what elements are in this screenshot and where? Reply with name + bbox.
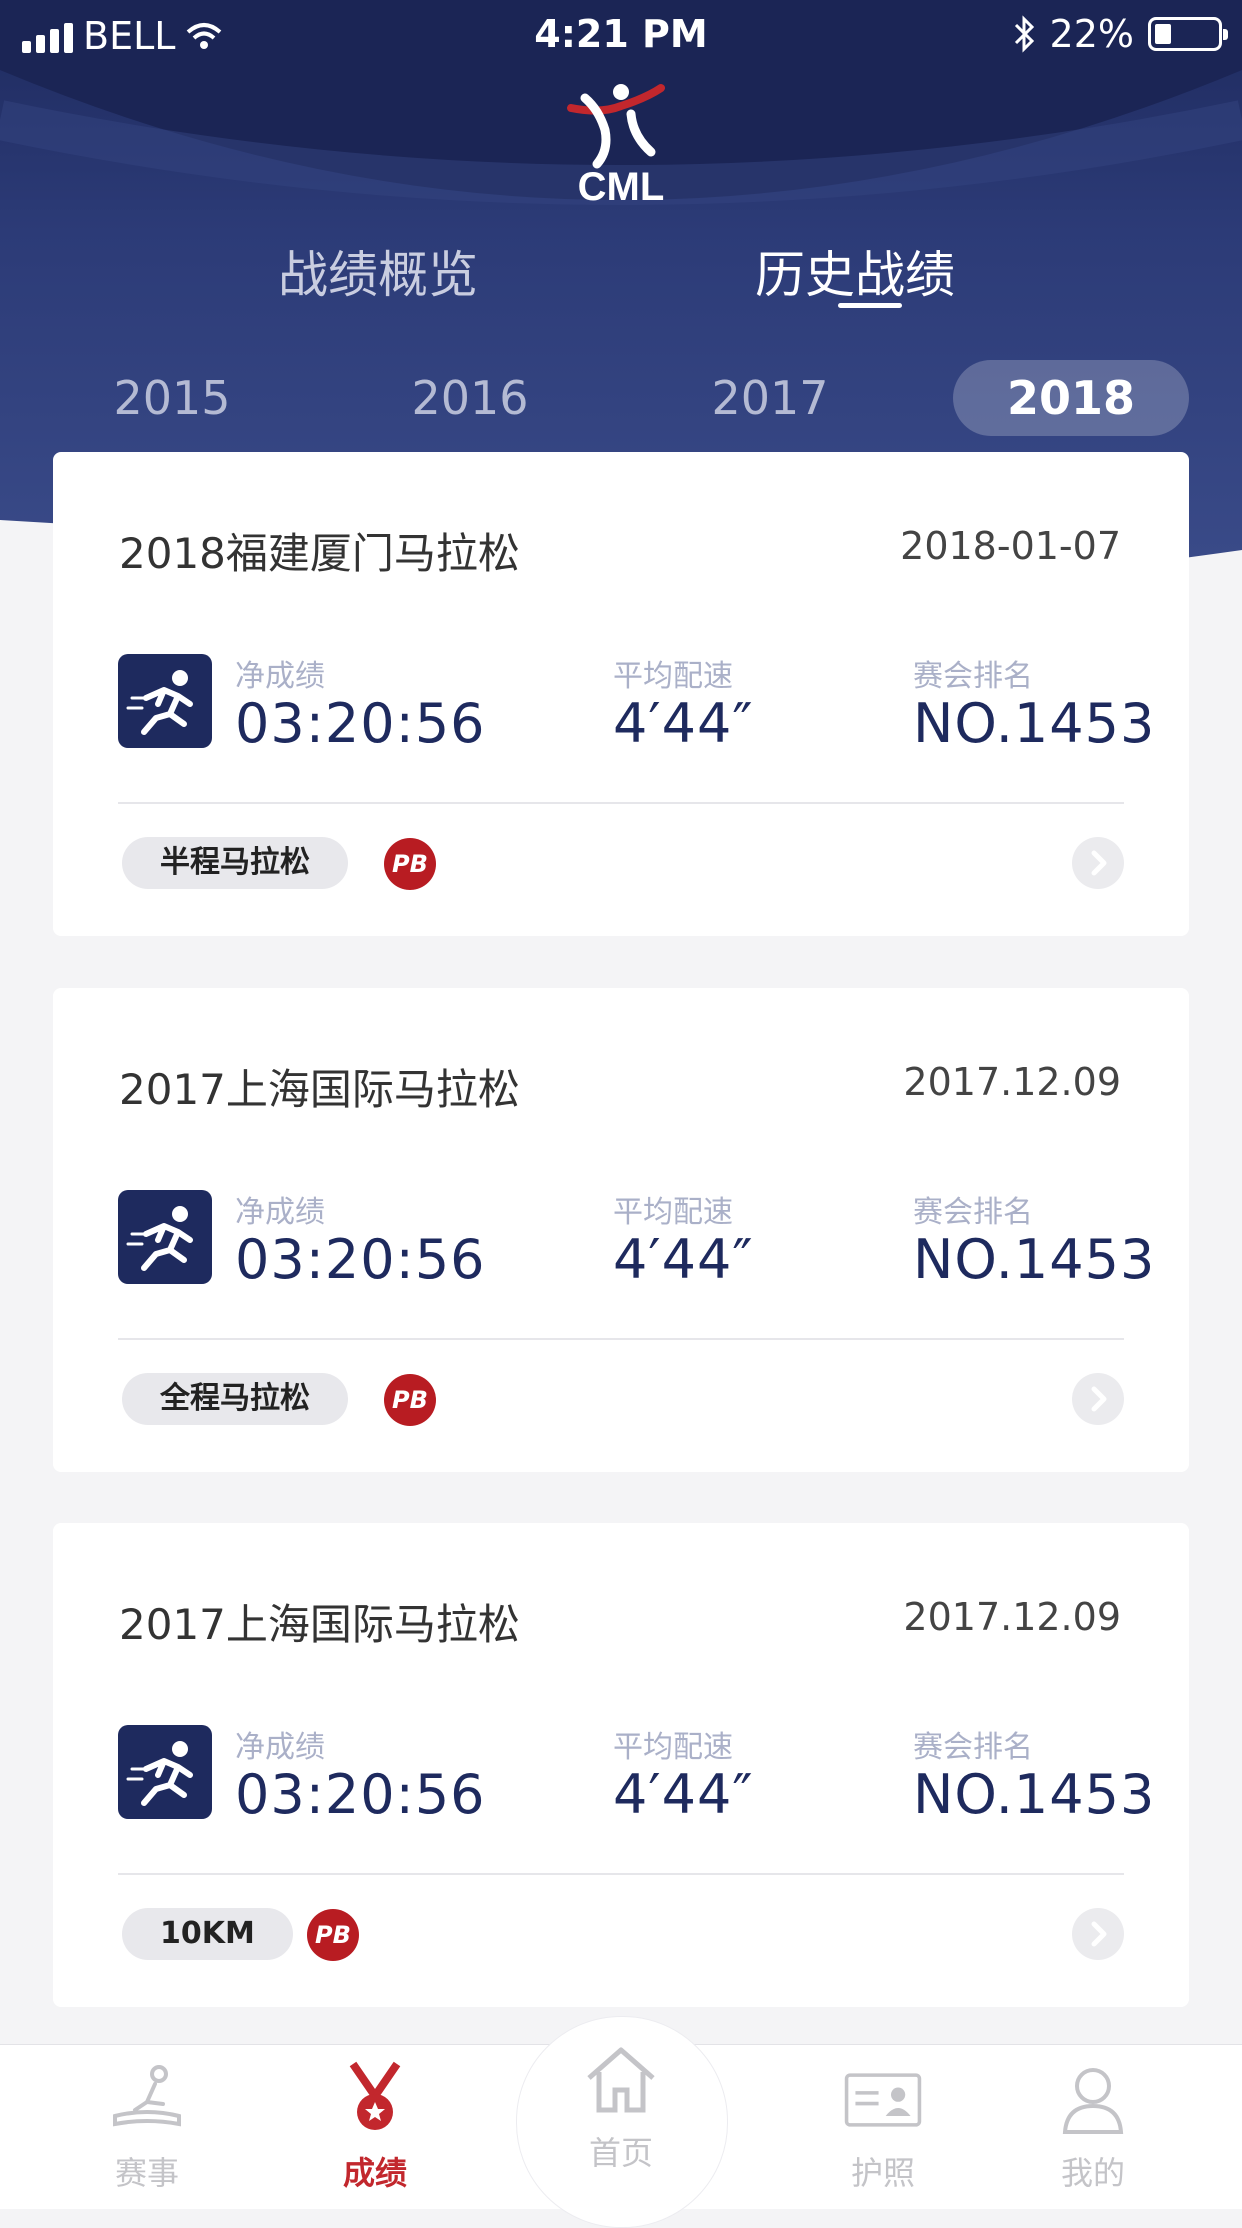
tabbar-label: 赛事: [114, 2154, 179, 2192]
tabbar-item-results[interactable]: 成绩: [300, 2060, 450, 2194]
year-2017[interactable]: 2017: [670, 360, 870, 436]
rank-stat: 赛会排名 NO.1453: [913, 1731, 1155, 1825]
tabbar-item-home[interactable]: 首页: [546, 2040, 696, 2174]
record-card[interactable]: 2017上海国际马拉松 2017.12.09 净成绩 03:20:56 平均配速…: [53, 988, 1189, 1472]
rank-label: 赛会排名: [913, 659, 1033, 694]
rank-value: NO.1453: [913, 1228, 1156, 1291]
pace-value: 4′44″: [613, 1763, 754, 1826]
tabbar-label: 我的: [1060, 2154, 1125, 2192]
pb-badge: PB: [384, 1374, 436, 1426]
cml-logo: CML: [561, 80, 681, 209]
profile-icon: [1062, 2068, 1124, 2134]
battery-icon: [1148, 17, 1228, 51]
tab-active-indicator: [838, 303, 902, 308]
medal-icon: [349, 2061, 401, 2130]
runner-icon: [118, 1190, 212, 1284]
runner-icon: [118, 1725, 212, 1819]
event-icon: [113, 2065, 181, 2127]
card-divider: [118, 1873, 1124, 1875]
race-title: 2017上海国际马拉松: [119, 1065, 520, 1114]
battery-percent: 22%: [1049, 12, 1134, 56]
pace-stat: 平均配速 4′44″: [613, 1196, 754, 1290]
bluetooth-icon: [1014, 15, 1034, 53]
pb-badge: PB: [307, 1909, 359, 1961]
race-date: 2017.12.09: [903, 1060, 1121, 1104]
rank-stat: 赛会排名 NO.1453: [913, 660, 1155, 754]
card-divider: [118, 1338, 1124, 1340]
race-title: 2018福建厦门马拉松: [119, 529, 520, 578]
status-bar: BELL 4:21 PM 22%: [0, 0, 1242, 72]
rank-label: 赛会排名: [913, 1195, 1033, 1230]
race-date: 2018-01-07: [900, 524, 1121, 568]
tab-history[interactable]: 历史战绩: [755, 235, 955, 307]
tabbar-item-passport[interactable]: 护照: [808, 2060, 958, 2194]
net-time-label: 净成绩: [235, 1730, 325, 1765]
runner-logo-icon: [567, 84, 665, 169]
net-time-stat: 净成绩 03:20:56: [235, 1731, 486, 1825]
year-selector: 2015 2016 2017 2018: [0, 360, 1242, 438]
runner-icon: [118, 654, 212, 748]
tabbar-label: 成绩: [342, 2154, 407, 2192]
pb-badge: PB: [384, 838, 436, 890]
net-time-value: 03:20:56: [235, 692, 486, 755]
year-2015[interactable]: 2015: [72, 360, 272, 436]
tab-overview[interactable]: 战绩概览: [278, 235, 478, 307]
chevron-right-icon[interactable]: [1072, 1908, 1124, 1960]
tabbar-item-events[interactable]: 赛事: [72, 2060, 222, 2194]
chevron-right-icon[interactable]: [1072, 837, 1124, 889]
chevron-right-icon[interactable]: [1072, 1373, 1124, 1425]
race-title: 2017上海国际马拉松: [119, 1600, 520, 1649]
pace-stat: 平均配速 4′44″: [613, 1731, 754, 1825]
pace-value: 4′44″: [613, 692, 754, 755]
logo-text: CML: [577, 165, 665, 209]
net-time-label: 净成绩: [235, 659, 325, 694]
tabbar-label: 首页: [588, 2134, 653, 2172]
pace-label: 平均配速: [613, 659, 733, 694]
pace-stat: 平均配速 4′44″: [613, 660, 754, 754]
tabbar-item-profile[interactable]: 我的: [1018, 2060, 1168, 2194]
status-right: 22%: [1012, 12, 1228, 56]
passport-icon: [844, 2073, 922, 2127]
year-2016[interactable]: 2016: [370, 360, 570, 436]
net-time-stat: 净成绩 03:20:56: [235, 660, 486, 754]
card-divider: [118, 802, 1124, 804]
rank-value: NO.1453: [913, 1763, 1156, 1826]
record-card[interactable]: 2018福建厦门马拉松 2018-01-07 净成绩 03:20:56 平均配速…: [53, 452, 1189, 936]
year-2018[interactable]: 2018: [953, 360, 1189, 436]
net-time-value: 03:20:56: [235, 1763, 486, 1826]
pace-label: 平均配速: [613, 1730, 733, 1765]
rank-stat: 赛会排名 NO.1453: [913, 1196, 1155, 1290]
segment-tabs: 战绩概览 历史战绩: [0, 235, 1242, 315]
tabbar-label: 护照: [850, 2154, 915, 2192]
rank-label: 赛会排名: [913, 1730, 1033, 1765]
net-time-stat: 净成绩 03:20:56: [235, 1196, 486, 1290]
category-tag: 全程马拉松: [122, 1373, 348, 1425]
record-card[interactable]: 2017上海国际马拉松 2017.12.09 净成绩 03:20:56 平均配速…: [53, 1523, 1189, 2007]
net-time-label: 净成绩: [235, 1195, 325, 1230]
home-icon: [587, 2047, 655, 2113]
pace-label: 平均配速: [613, 1195, 733, 1230]
net-time-value: 03:20:56: [235, 1228, 486, 1291]
category-tag: 10KM: [122, 1908, 293, 1960]
race-date: 2017.12.09: [903, 1595, 1121, 1639]
category-tag: 半程马拉松: [122, 837, 348, 889]
rank-value: NO.1453: [913, 692, 1156, 755]
pace-value: 4′44″: [613, 1228, 754, 1291]
